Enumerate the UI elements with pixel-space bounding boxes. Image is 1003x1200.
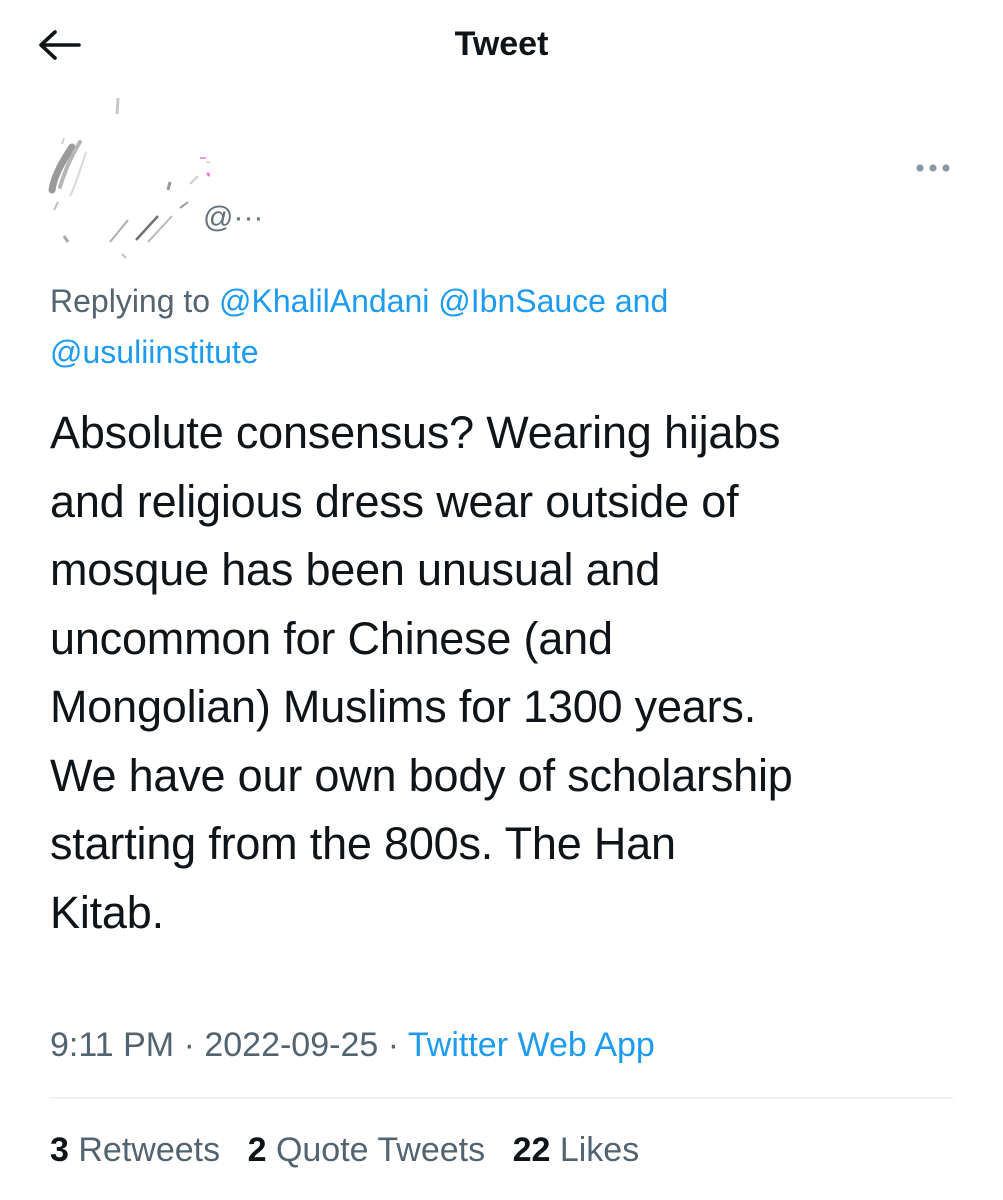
tweet-text-line: uncommon for Chinese (and xyxy=(50,612,613,664)
tweet-text-line: mosque has been unusual and xyxy=(50,544,661,595)
retweets-stat[interactable]: 3 Retweets xyxy=(50,1125,220,1175)
tweet-text: Absolute consensus? Wearing hijabs and r… xyxy=(50,399,960,947)
page-title: Tweet xyxy=(454,25,549,63)
tweet-date[interactable]: 2022-09-25 xyxy=(204,1026,378,1064)
retweets-label: Retweets xyxy=(78,1131,221,1169)
more-options-button[interactable] xyxy=(910,150,956,186)
tweet-stats: 3 Retweets 2 Quote Tweets 22 Likes xyxy=(50,1125,657,1175)
mention-and[interactable]: and xyxy=(615,283,668,319)
meta-separator: · xyxy=(183,1026,195,1064)
replying-to-label: Replying to xyxy=(50,283,219,319)
tweet-text-line: and religious dress wear outside of xyxy=(50,475,739,527)
tweet-text-line: Absolute consensus? Wearing hijabs xyxy=(50,407,781,458)
more-dots-icon xyxy=(916,164,950,172)
tweet-meta: 9:11 PM · 2022-09-25 · Twitter Web App xyxy=(50,1020,655,1070)
tweet-time[interactable]: 9:11 PM xyxy=(50,1026,174,1064)
likes-count: 22 xyxy=(512,1131,551,1169)
mention-ibnsauce[interactable]: @IbnSauce xyxy=(438,283,606,319)
quote-tweets-label: Quote Tweets xyxy=(275,1131,486,1169)
tweet-text-line: starting from the 800s. The Han xyxy=(50,818,676,869)
tweet-text-line: Mongolian) Muslims for 1300 years. xyxy=(50,681,756,732)
author-handle[interactable]: @··· xyxy=(203,198,263,238)
retweets-count: 3 xyxy=(50,1131,69,1169)
mention-usuliinstitute[interactable]: @usuliinstitute xyxy=(50,334,259,370)
divider xyxy=(50,1097,953,1099)
quote-tweets-count: 2 xyxy=(247,1131,267,1169)
replying-to: Replying to @KhalilAndani @IbnSauce and … xyxy=(50,276,950,378)
tweet-page: Tweet @··· Replying to @KhalilAndani @Ib… xyxy=(0,0,1003,1200)
top-bar: Tweet xyxy=(0,0,1003,90)
tweet-text-line: We have our own body of scholarship xyxy=(50,749,793,801)
quote-tweets-stat[interactable]: 2 Quote Tweets xyxy=(248,1125,486,1175)
likes-label: Likes xyxy=(559,1131,640,1169)
mention-khalilandani[interactable]: @KhalilAndani xyxy=(219,283,429,319)
meta-separator: · xyxy=(387,1026,400,1064)
likes-stat[interactable]: 22 Likes xyxy=(513,1125,640,1175)
tweet-source-link[interactable]: Twitter Web App xyxy=(408,1026,655,1064)
tweet-text-line: Kitab. xyxy=(50,886,164,938)
avatar[interactable] xyxy=(40,92,219,262)
redacted-avatar-scribble xyxy=(48,97,219,259)
